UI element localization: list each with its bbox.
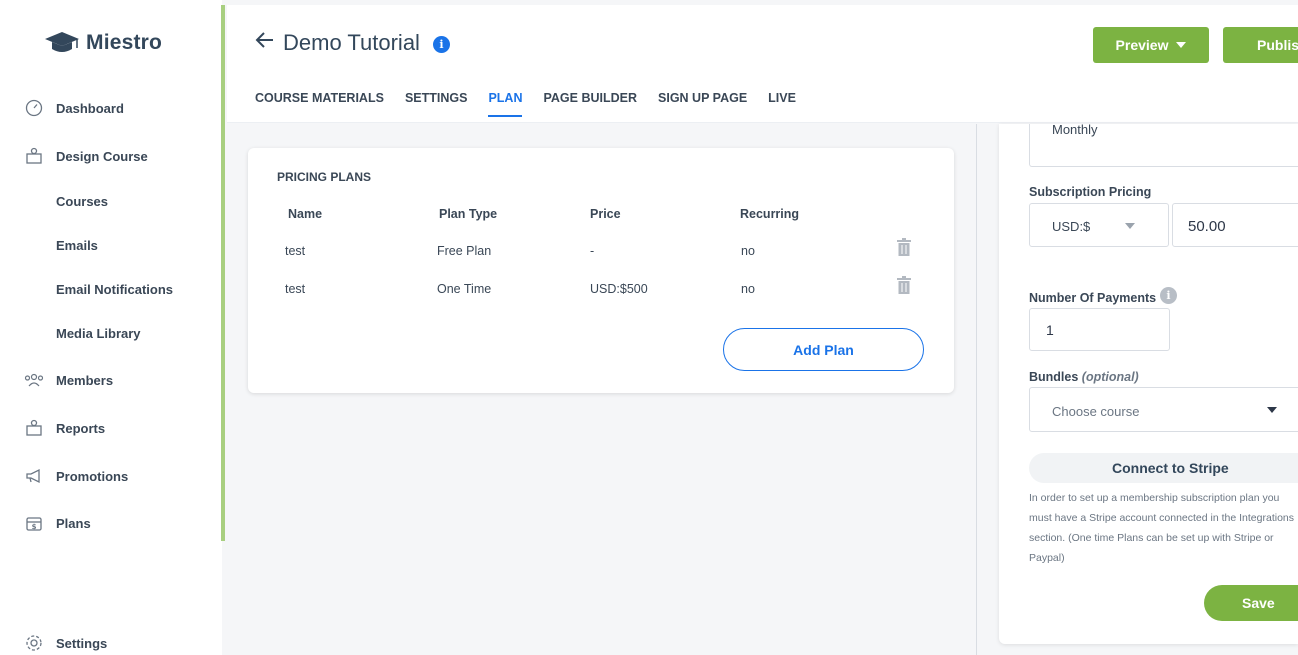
column-header-price: Price	[590, 207, 621, 221]
sidebar-item-plans[interactable]: $ Plans	[24, 513, 91, 533]
design-icon	[24, 146, 44, 166]
plan-recurring: no	[741, 282, 755, 296]
save-button[interactable]: Save	[1204, 585, 1298, 621]
sidebar-item-label: Promotions	[56, 468, 129, 484]
caret-down-icon	[1176, 42, 1187, 48]
connect-stripe-button[interactable]: Connect to Stripe	[1029, 453, 1298, 483]
tab-live[interactable]: LIVE	[768, 91, 796, 117]
sidebar-item-label: Members	[56, 372, 114, 388]
back-arrow-icon[interactable]	[255, 30, 275, 50]
preview-label: Preview	[1115, 37, 1169, 53]
sidebar-item-dashboard[interactable]: Dashboard	[24, 98, 124, 118]
plans-icon: $	[24, 513, 44, 533]
plan-name: test	[285, 244, 306, 258]
trash-icon[interactable]	[896, 238, 912, 256]
sidebar-item-members[interactable]: Members	[24, 370, 113, 390]
tab-plan[interactable]: PLAN	[488, 91, 523, 117]
billing-frequency-value: Monthly	[1052, 124, 1098, 137]
graduation-cap-icon	[45, 32, 79, 52]
tab-page-builder[interactable]: PAGE BUILDER	[543, 91, 637, 117]
info-icon[interactable]: i	[433, 36, 450, 53]
sidebar-item-email-notifications[interactable]: Email Notifications	[56, 282, 173, 297]
price-value: 50.00	[1188, 218, 1226, 235]
brand-name: Miestro	[86, 31, 163, 54]
column-header-plan-type: Plan Type	[439, 207, 498, 221]
reports-icon	[24, 418, 44, 438]
bundles-label-text: Bundles	[1029, 370, 1079, 384]
members-icon	[24, 370, 44, 390]
bundles-optional-hint: (optional)	[1081, 370, 1139, 384]
page-header: Demo Tutorial i Preview Publish COURSE M…	[227, 5, 1298, 123]
sidebar-item-design-course[interactable]: Design Course	[24, 146, 148, 166]
sidebar-item-reports[interactable]: Reports	[24, 418, 105, 438]
number-of-payments-input[interactable]: 1	[1029, 308, 1170, 351]
pricing-plans-card: PRICING PLANS Name Plan Type Price Recur…	[248, 148, 954, 393]
column-header-name: Name	[288, 207, 323, 221]
sidebar: Miestro Dashboard Design Course Courses …	[0, 0, 222, 655]
course-tabs: COURSE MATERIALS SETTINGS PLAN PAGE BUIL…	[255, 91, 817, 117]
brand-logo[interactable]: Miestro	[44, 30, 162, 56]
sidebar-item-media-library[interactable]: Media Library	[56, 326, 141, 341]
publish-button[interactable]: Publish	[1223, 27, 1298, 63]
svg-text:$: $	[32, 523, 37, 531]
dashboard-icon	[24, 98, 44, 118]
bundles-placeholder: Choose course	[1052, 404, 1140, 419]
add-plan-button[interactable]: Add Plan	[723, 328, 924, 371]
bundles-select[interactable]: Choose course	[1029, 387, 1298, 432]
tab-settings[interactable]: SETTINGS	[405, 91, 468, 117]
plan-recurring: no	[741, 244, 755, 258]
stripe-note: In order to set up a membership subscrip…	[1029, 492, 1294, 564]
gear-icon	[24, 633, 44, 653]
sidebar-item-settings[interactable]: Settings	[24, 633, 107, 653]
column-header-recurring: Recurring	[740, 207, 800, 221]
panel-divider	[976, 124, 977, 655]
trash-icon[interactable]	[896, 276, 912, 294]
plan-price: USD:$500	[590, 282, 648, 296]
publish-label: Publish	[1257, 37, 1298, 53]
sidebar-item-label: Design Course	[56, 148, 148, 164]
plan-price: -	[590, 244, 595, 258]
sidebar-item-label: Reports	[56, 420, 106, 436]
pricing-plans-title: PRICING PLANS	[277, 170, 372, 184]
caret-down-icon	[1267, 407, 1277, 413]
billing-frequency-select[interactable]: Monthly	[1029, 124, 1298, 167]
sidebar-item-promotions[interactable]: Promotions	[24, 466, 128, 486]
info-icon[interactable]: i	[1160, 287, 1177, 304]
plan-name: test	[285, 282, 306, 296]
plan-type: One Time	[437, 282, 492, 296]
sidebar-item-label: Dashboard	[56, 100, 124, 116]
price-input[interactable]: 50.00	[1172, 203, 1298, 247]
sidebar-item-label: Settings	[56, 635, 108, 651]
tab-sign-up-page[interactable]: SIGN UP PAGE	[658, 91, 747, 117]
currency-value: USD:$	[1052, 219, 1091, 234]
tab-course-materials[interactable]: COURSE MATERIALS	[255, 91, 384, 117]
sidebar-scroll-indicator	[221, 5, 225, 541]
preview-button[interactable]: Preview	[1093, 27, 1209, 63]
subscription-pricing-label: Subscription Pricing	[1029, 185, 1152, 199]
megaphone-icon	[24, 466, 44, 486]
bundles-label: Bundles (optional)	[1029, 370, 1139, 384]
page-title: Demo Tutorial	[283, 30, 420, 55]
sidebar-item-courses[interactable]: Courses	[56, 194, 108, 209]
sidebar-item-emails[interactable]: Emails	[56, 238, 98, 253]
currency-select[interactable]: USD:$	[1029, 203, 1169, 247]
number-of-payments-value: 1	[1046, 322, 1054, 338]
number-of-payments-label: Number Of Payments	[1029, 291, 1157, 305]
caret-down-icon	[1125, 223, 1135, 229]
plan-form-panel: Monthly Subscription Pricing USD:$ 50.00…	[999, 124, 1298, 644]
sidebar-item-label: Plans	[56, 515, 91, 531]
plan-type: Free Plan	[437, 244, 492, 258]
